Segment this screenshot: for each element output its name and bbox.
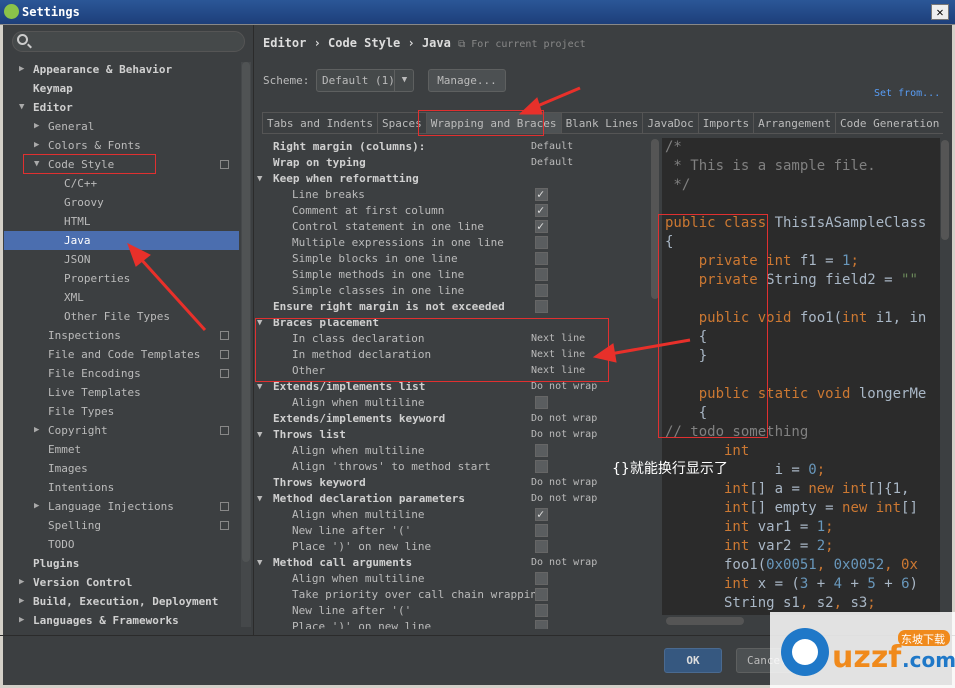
svg-text:uzzf: uzzf: [832, 640, 902, 675]
arrow-to-java: [138, 256, 207, 332]
arrow-to-braces: [609, 338, 691, 356]
arrow-to-tab: [534, 86, 581, 109]
arrow-head-java: [127, 242, 151, 267]
annotation-arrows: [127, 86, 691, 363]
arrow-head-braces: [592, 343, 617, 363]
svg-text:东坡下载: 东坡下载: [901, 633, 945, 646]
arrow-head-tab: [518, 97, 543, 115]
uzzf-watermark-logo: uzzf .com 东坡下载: [770, 612, 955, 688]
svg-text:.com: .com: [902, 648, 955, 672]
annotation-note: {}就能换行显示了: [612, 461, 728, 477]
